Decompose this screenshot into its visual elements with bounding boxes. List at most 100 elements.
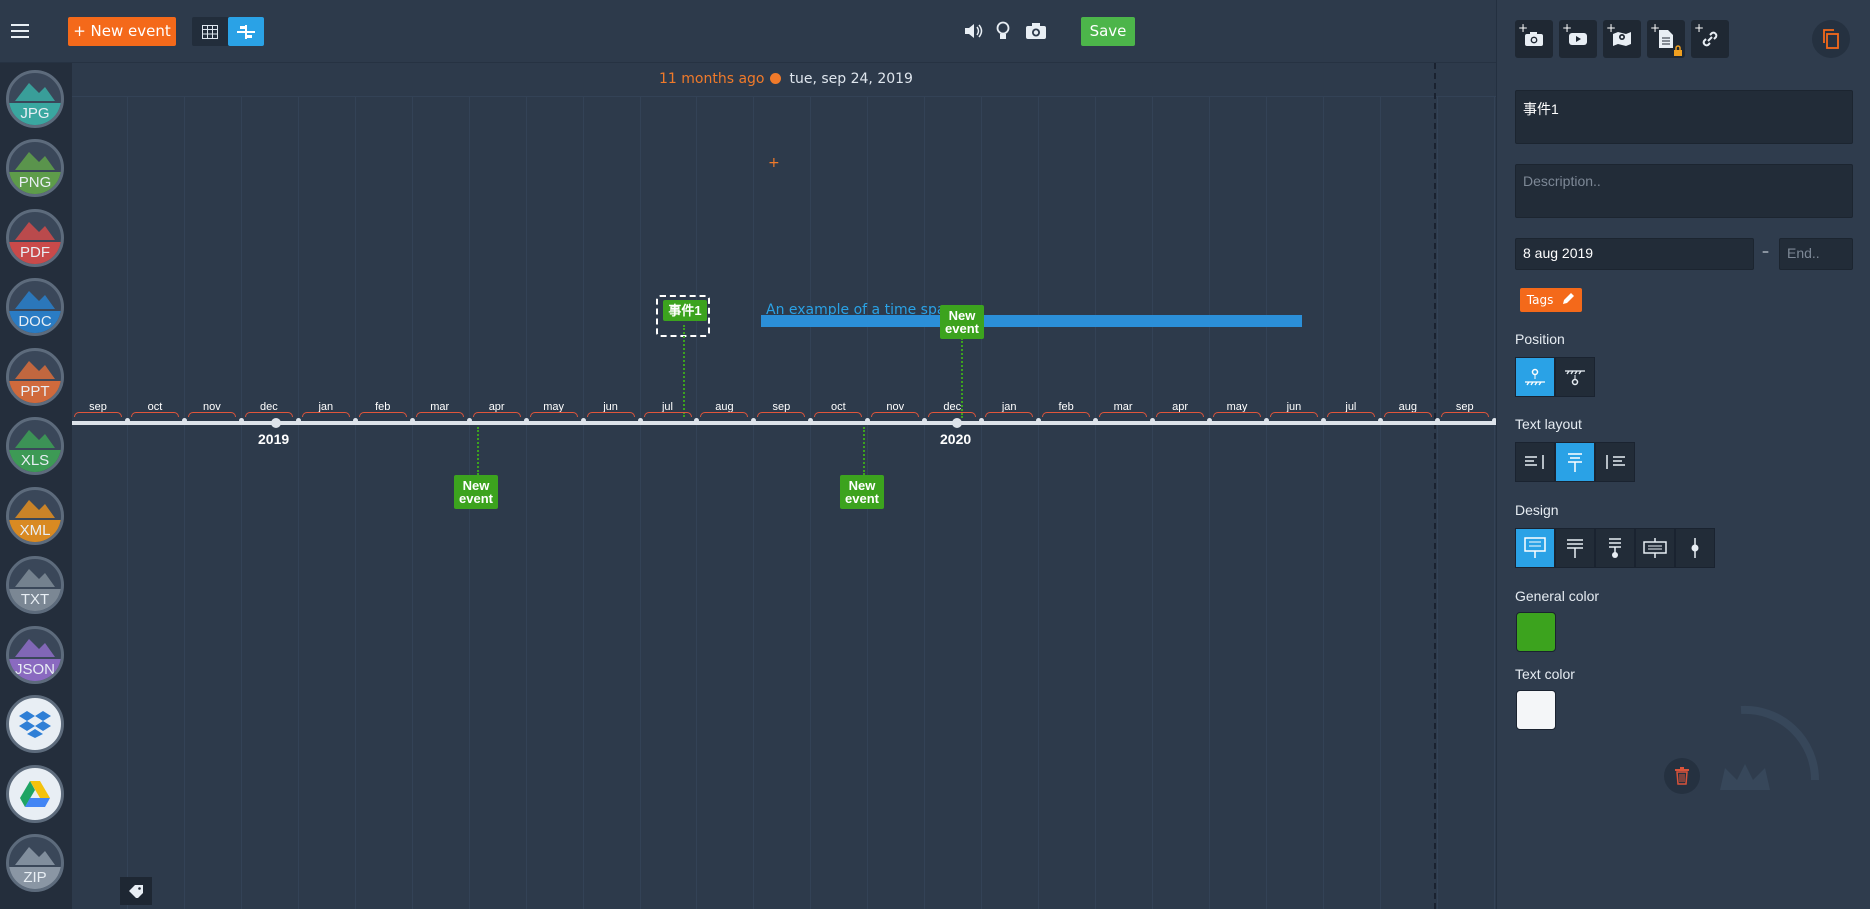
add-link-button[interactable]: + — [1691, 20, 1729, 58]
design-plain-button[interactable] — [1555, 528, 1595, 568]
month-bracket — [1440, 412, 1489, 417]
position-above-icon — [1525, 368, 1545, 386]
month-grid-line — [297, 97, 299, 909]
file-type-label: JPG — [9, 103, 61, 125]
month-bracket — [301, 412, 350, 417]
add-here-icon[interactable]: + — [768, 155, 780, 171]
add-map-button[interactable]: + — [1603, 20, 1641, 58]
ppt-file-icon — [9, 351, 61, 381]
tag-icon — [129, 885, 143, 898]
xml-import-button[interactable]: XML — [6, 487, 64, 545]
json-import-button[interactable]: JSON — [6, 626, 64, 684]
event-marker-事件1[interactable]: 事件1 — [663, 300, 707, 321]
google-drive-import-button[interactable] — [6, 765, 64, 823]
event-marker-dec[interactable]: New event — [940, 305, 984, 339]
png-import-button[interactable]: PNG — [6, 139, 64, 197]
month-bracket — [1099, 412, 1148, 417]
month-grid-line — [183, 97, 185, 909]
tag-filter-button[interactable] — [120, 877, 152, 905]
sound-icon[interactable] — [964, 21, 984, 41]
text-color-swatch[interactable] — [1516, 690, 1556, 730]
txt-file-icon — [9, 559, 61, 589]
design-boxed-button[interactable] — [1515, 528, 1555, 568]
table-view-icon[interactable] — [192, 17, 228, 46]
month-bracket — [586, 412, 635, 417]
duplicate-event-button[interactable] — [1812, 20, 1850, 58]
dropbox-import-button[interactable] — [6, 695, 64, 753]
txt-import-button[interactable]: TXT — [6, 556, 64, 614]
timeline-canvas[interactable]: 11 months ago tue, sep 24, 2019 + An exam… — [72, 63, 1496, 909]
month-bracket — [985, 412, 1034, 417]
doc-import-button[interactable]: DOC — [6, 278, 64, 336]
pdf-import-button[interactable]: PDF — [6, 209, 64, 267]
event-label: 事件1 — [668, 303, 702, 318]
end-date-field[interactable]: End.. — [1779, 238, 1853, 270]
copy-icon — [1823, 29, 1839, 49]
new-event-button[interactable]: + New event — [68, 17, 176, 46]
event-title-field[interactable]: 事件1 — [1515, 90, 1853, 144]
camera-icon[interactable] — [1024, 21, 1048, 41]
delete-event-button[interactable] — [1664, 758, 1700, 794]
xls-import-button[interactable]: XLS — [6, 417, 64, 475]
lightbulb-icon[interactable] — [993, 21, 1013, 41]
month-label: jan — [299, 401, 353, 417]
event-marker-nov[interactable]: New event — [840, 475, 884, 509]
design-pin-button[interactable] — [1595, 528, 1635, 568]
general-color-swatch[interactable] — [1516, 612, 1556, 652]
year-label-2019: 2019 — [258, 431, 290, 447]
month-label: sep — [72, 401, 125, 417]
month-bracket — [244, 412, 293, 417]
position-below-button[interactable] — [1555, 357, 1595, 397]
event-description-field[interactable]: Description.. — [1515, 164, 1853, 218]
text-layout-left-button[interactable] — [1515, 442, 1555, 482]
zip-import-button[interactable]: ZIP — [6, 834, 64, 892]
position-above-button[interactable] — [1515, 357, 1555, 397]
add-document-button[interactable]: + — [1647, 20, 1685, 58]
month-tick — [580, 418, 586, 423]
general-color-label: General color — [1515, 588, 1600, 604]
ppt-import-button[interactable]: PPT — [6, 348, 64, 406]
design-plain-icon — [1567, 539, 1583, 558]
event-marker-apr[interactable]: New event — [454, 475, 498, 509]
month-grid-line — [924, 97, 926, 909]
range-end-marker[interactable] — [1434, 63, 1436, 909]
design-dot-icon — [1691, 538, 1699, 558]
position-below-icon — [1565, 370, 1585, 386]
save-button[interactable]: Save — [1081, 17, 1135, 46]
month-label: sep — [754, 401, 808, 417]
month-tick — [181, 418, 187, 423]
add-video-button[interactable]: + — [1559, 20, 1597, 58]
month-grid-line — [1209, 97, 1210, 909]
design-dot-button[interactable] — [1675, 528, 1715, 568]
month-tick — [1434, 418, 1440, 423]
event-label: New event — [459, 478, 493, 506]
text-layout-right-button[interactable] — [1595, 442, 1635, 482]
text-layout-center-button[interactable] — [1555, 442, 1595, 482]
event-stem — [863, 427, 865, 475]
add-photo-button[interactable]: + — [1515, 20, 1553, 58]
month-tick — [1377, 418, 1383, 423]
month-bracket — [74, 412, 122, 417]
month-label: mar — [1096, 401, 1150, 417]
position-label: Position — [1515, 331, 1565, 347]
month-bracket — [643, 412, 692, 417]
month-grid-line — [1322, 97, 1324, 909]
jpg-import-button[interactable]: JPG — [6, 70, 64, 128]
month-grid-line — [981, 97, 983, 909]
month-bracket — [1213, 412, 1261, 417]
timeline-view-icon[interactable] — [228, 17, 264, 46]
time-span-bar[interactable] — [761, 315, 1302, 327]
design-card-button[interactable] — [1635, 528, 1675, 568]
month-tick — [637, 418, 643, 423]
xls-file-icon — [9, 420, 61, 450]
tags-button[interactable]: Tags — [1520, 288, 1582, 312]
pencil-icon — [1563, 293, 1575, 304]
text-align-right-icon — [1606, 455, 1625, 469]
month-grid-line — [240, 97, 242, 909]
start-date-field[interactable]: 8 aug 2019 — [1515, 238, 1754, 270]
file-type-label: TXT — [9, 589, 61, 611]
file-type-label: XLS — [9, 450, 61, 472]
month-tick — [295, 418, 301, 423]
menu-icon[interactable] — [11, 24, 29, 38]
month-bracket — [358, 412, 407, 417]
